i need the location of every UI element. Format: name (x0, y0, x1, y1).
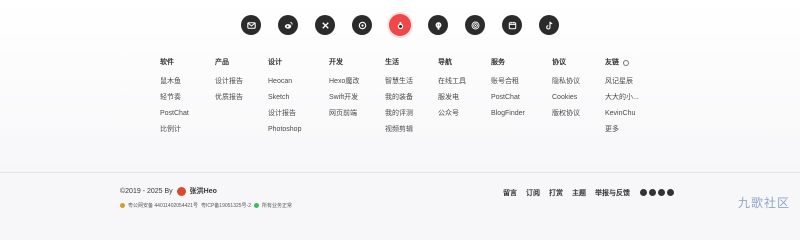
weibo-icon[interactable] (278, 15, 298, 35)
column-title: 产品 (215, 59, 229, 66)
refresh-icon[interactable] (623, 60, 629, 66)
author-link[interactable]: 张洪Heo (190, 186, 217, 196)
author-avatar (176, 186, 186, 196)
footer-link[interactable]: 更多 (605, 126, 639, 134)
footer-link[interactable]: 大大的小... (605, 94, 639, 102)
column-title-text: 友链 (605, 59, 619, 66)
avatar[interactable] (389, 14, 411, 36)
police-record[interactable]: 粤公网安备 44011402054421号 (128, 202, 198, 209)
bottom-nav: 留言 订阅 打赏 主题 举报与反馈 (503, 188, 674, 197)
social-links (0, 14, 800, 36)
footer-link[interactable]: Photoshop (268, 126, 301, 134)
column-title: 生活 (385, 59, 399, 66)
footer-link[interactable]: 在线工具 (438, 78, 466, 86)
footer-link[interactable]: 隐私协议 (552, 78, 580, 86)
column-title: 设计 (268, 59, 282, 66)
mail-icon[interactable] (241, 15, 261, 35)
tiktok-icon[interactable] (539, 15, 559, 35)
cc-icon[interactable] (640, 189, 647, 196)
nav-feedback[interactable]: 举报与反馈 (595, 188, 630, 198)
footer-link[interactable]: PostChat (491, 94, 525, 102)
footer-link[interactable]: 服发电 (438, 94, 466, 102)
bilibili-icon[interactable] (352, 15, 372, 35)
footer-link[interactable]: 优质报告 (215, 94, 243, 102)
footer-link[interactable]: 比例计 (160, 126, 189, 134)
column-title: 软件 (160, 59, 174, 66)
calendar-icon[interactable] (502, 15, 522, 35)
footer-link[interactable]: Swift开发 (329, 94, 359, 102)
footer-link[interactable]: Hexo魔改 (329, 78, 359, 86)
footer-link[interactable]: 我的装备 (385, 94, 413, 102)
footer-link[interactable]: 智慧生活 (385, 78, 413, 86)
column-title: 服务 (491, 59, 505, 66)
license-icons (640, 189, 674, 196)
footer-column: 协议 隐私协议 Cookies 版权协议 (552, 58, 580, 126)
footer-link[interactable]: 设计报告 (268, 110, 301, 118)
sa-icon[interactable] (667, 189, 674, 196)
footer-link[interactable]: Heocan (268, 78, 301, 86)
status-dot-icon (253, 203, 259, 208)
footer-link[interactable]: 账号合租 (491, 78, 525, 86)
footer-link[interactable]: KevinChu (605, 110, 639, 118)
footer-link[interactable]: BlogFinder (491, 110, 525, 118)
footer-column: 产品 设计报告 优质报告 (215, 58, 243, 110)
nav-theme[interactable]: 主题 (572, 188, 586, 198)
nav-comment[interactable]: 留言 (503, 188, 517, 198)
footer-column: 导航 在线工具 服发电 公众号 (438, 58, 466, 126)
footer-link[interactable]: 公众号 (438, 110, 466, 118)
github-icon[interactable] (428, 15, 448, 35)
beian-info: 粤公网安备 44011402054421号 粤ICP备19051325号-2 所… (120, 202, 292, 209)
footer-link[interactable]: 视频剪辑 (385, 126, 413, 134)
nav-subscribe[interactable]: 订阅 (526, 188, 540, 198)
rss-icon[interactable] (465, 15, 485, 35)
footer-column: 设计 Heocan Sketch 设计报告 Photoshop (268, 58, 301, 142)
column-title: 协议 (552, 59, 566, 66)
nav-donate[interactable]: 打赏 (549, 188, 563, 198)
footer-link[interactable]: PostChat (160, 110, 189, 118)
footer-links: 软件 鼠木鱼 轻节奏 PostChat 比例计 产品 设计报告 优质报告 设计 … (160, 58, 680, 148)
column-title: 友链 (605, 58, 639, 68)
footer-column: 生活 智慧生活 我的装备 我的评测 视频剪辑 (385, 58, 413, 142)
watermark: 九歌社区 (737, 196, 790, 210)
footer-column: 软件 鼠木鱼 轻节奏 PostChat 比例计 (160, 58, 189, 142)
footer-link[interactable]: 鼠木鱼 (160, 78, 189, 86)
footer-link[interactable]: 轻节奏 (160, 94, 189, 102)
police-icon (120, 203, 125, 208)
column-title: 开发 (329, 59, 343, 66)
copyright-text: ©2019 - 2025 By (120, 187, 173, 195)
by-icon[interactable] (649, 189, 656, 196)
footer-link[interactable]: Sketch (268, 94, 301, 102)
footer-link[interactable]: 版权协议 (552, 110, 580, 118)
column-title: 导航 (438, 59, 452, 66)
footer-link[interactable]: 网页前端 (329, 110, 359, 118)
footer-top: 软件 鼠木鱼 轻节奏 PostChat 比例计 产品 设计报告 优质报告 设计 … (0, 0, 800, 172)
x-icon[interactable] (315, 15, 335, 35)
footer-column: 开发 Hexo魔改 Swift开发 网页前端 (329, 58, 359, 126)
service-status[interactable]: 所有业务正常 (262, 202, 292, 209)
footer-bottom: ©2019 - 2025 By 张洪Heo 粤公网安备 440114020544… (0, 172, 800, 216)
copyright: ©2019 - 2025 By 张洪Heo (120, 186, 217, 196)
footer-column: 服务 账号合租 PostChat BlogFinder (491, 58, 525, 126)
footer-link[interactable]: 设计报告 (215, 78, 243, 86)
footer-link[interactable]: 风记星辰 (605, 78, 639, 86)
nc-icon[interactable] (658, 189, 665, 196)
footer-link[interactable]: Cookies (552, 94, 580, 102)
icp-record[interactable]: 粤ICP备19051325号-2 (201, 202, 251, 209)
footer-link[interactable]: 我的评测 (385, 110, 413, 118)
footer-column: 友链 风记星辰 大大的小... KevinChu 更多 (605, 58, 639, 142)
